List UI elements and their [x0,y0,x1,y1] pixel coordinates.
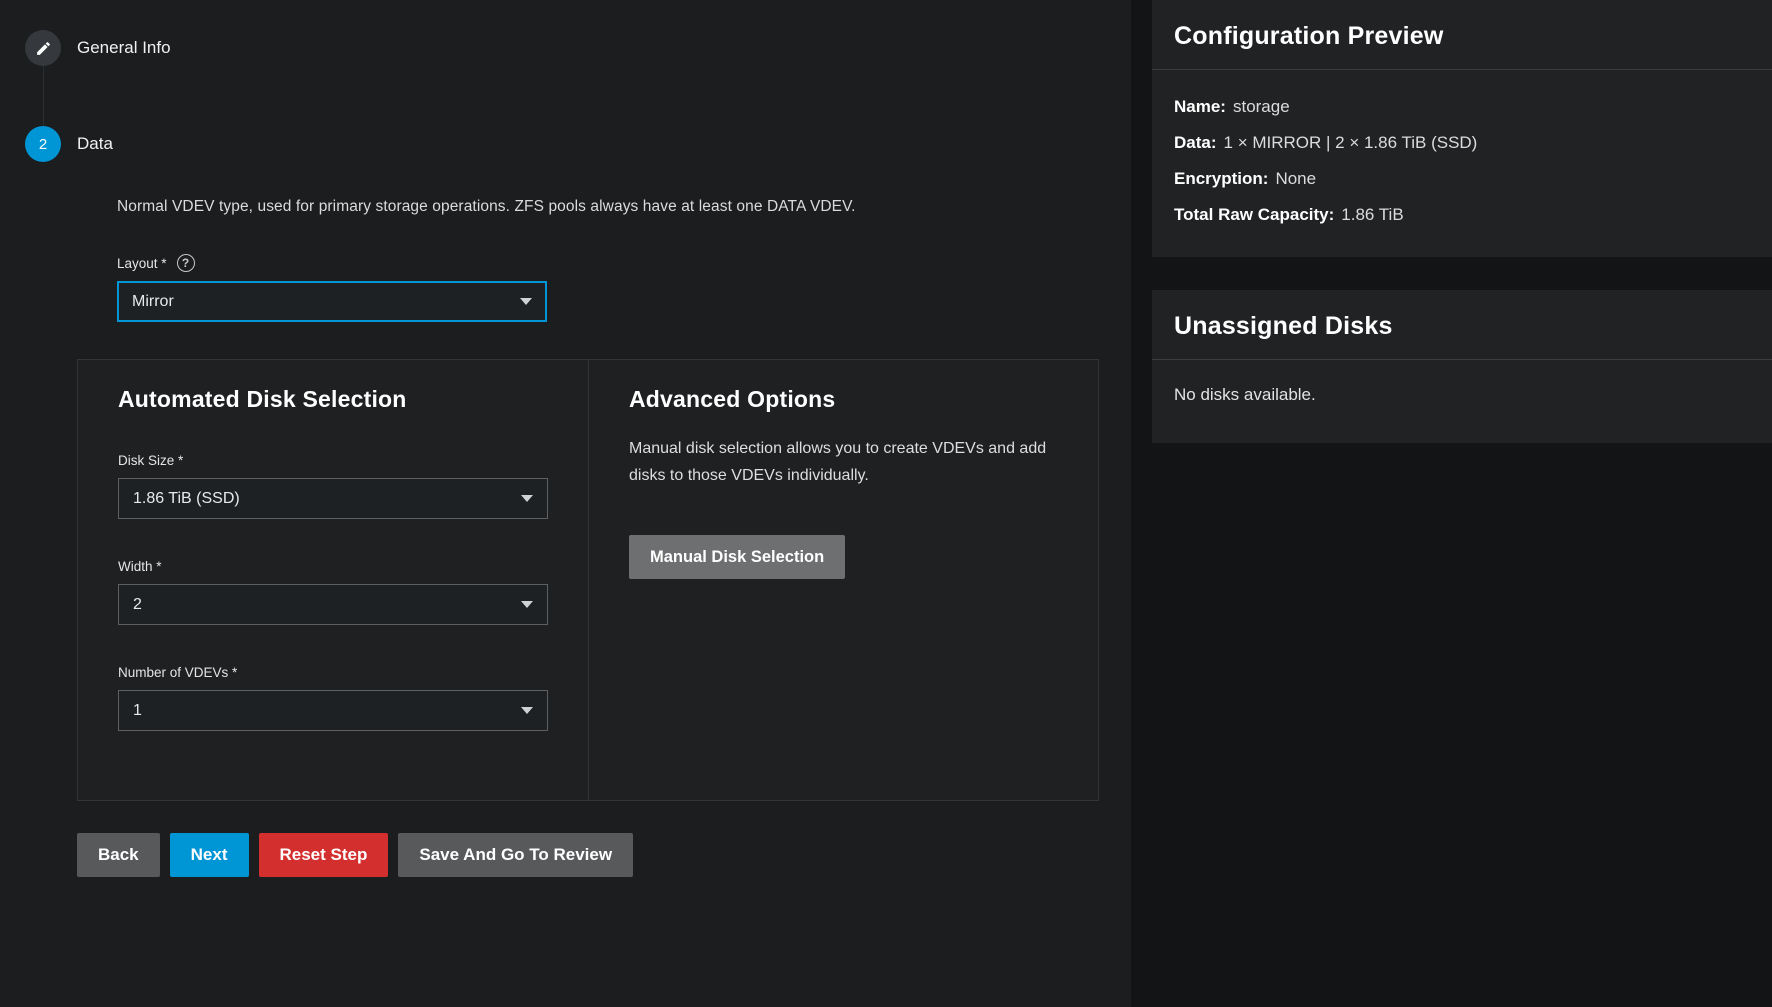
advanced-options-description: Manual disk selection allows you to crea… [629,435,1058,489]
wizard-main: General Info 2 Data Normal VDEV type, us… [0,0,1131,1007]
unassigned-disks-body: No disks available. [1152,360,1772,443]
disk-size-select-value: 1.86 TiB (SSD) [133,490,240,508]
data-step-content: Normal VDEV type, used for primary stora… [117,198,1131,322]
next-button[interactable]: Next [170,833,249,877]
manual-disk-selection-button[interactable]: Manual Disk Selection [629,535,845,579]
preview-row-total-raw-capacity: Total Raw Capacity:1.86 TiB [1174,197,1750,233]
preview-sidebar: Configuration Preview Name:storage Data:… [1131,0,1772,1007]
step-general-info-label: General Info [77,38,171,58]
disk-selection-panel: Automated Disk Selection Disk Size * 1.8… [77,359,1099,801]
number-of-vdevs-select-value: 1 [133,702,142,720]
advanced-options-title: Advanced Options [629,386,1058,413]
layout-select-value: Mirror [132,293,174,311]
preview-row-name: Name:storage [1174,89,1750,125]
pool-creation-wizard: General Info 2 Data Normal VDEV type, us… [0,0,1772,1007]
step-general-info[interactable]: General Info [25,0,1131,66]
automated-disk-selection-title: Automated Disk Selection [118,386,588,413]
width-select-value: 2 [133,596,142,614]
reset-step-button[interactable]: Reset Step [259,833,389,877]
step-number-badge: 2 [25,126,61,162]
help-icon[interactable]: ? [177,254,195,272]
pencil-icon [35,40,52,57]
disk-size-label: Disk Size * [118,453,588,468]
width-select[interactable]: 2 [118,584,548,625]
chevron-down-icon [521,495,533,502]
chevron-down-icon [520,298,532,305]
preview-row-data: Data:1 × MIRROR | 2 × 1.86 TiB (SSD) [1174,125,1750,161]
step-data-label: Data [77,134,113,154]
configuration-preview-title: Configuration Preview [1174,22,1750,51]
chevron-down-icon [521,601,533,608]
no-disks-message: No disks available. [1174,379,1750,419]
automated-disk-selection-section: Automated Disk Selection Disk Size * 1.8… [78,360,588,800]
layout-label: Layout * [117,256,167,271]
step-data[interactable]: 2 Data [25,126,1131,162]
chevron-down-icon [521,707,533,714]
edit-step-circle [25,30,61,66]
stepper-connector [43,66,44,126]
number-of-vdevs-label: Number of VDEVs * [118,665,588,680]
unassigned-disks-card: Unassigned Disks No disks available. [1152,290,1772,443]
disk-size-select[interactable]: 1.86 TiB (SSD) [118,478,548,519]
configuration-preview-body: Name:storage Data:1 × MIRROR | 2 × 1.86 … [1152,70,1772,257]
back-button[interactable]: Back [77,833,160,877]
configuration-preview-card: Configuration Preview Name:storage Data:… [1152,0,1772,257]
unassigned-disks-title: Unassigned Disks [1174,312,1750,341]
advanced-options-section: Advanced Options Manual disk selection a… [589,360,1098,800]
width-label: Width * [118,559,588,574]
data-vdev-description: Normal VDEV type, used for primary stora… [117,198,1131,216]
preview-row-encryption: Encryption:None [1174,161,1750,197]
wizard-actions: Back Next Reset Step Save And Go To Revi… [77,833,1131,877]
number-of-vdevs-select[interactable]: 1 [118,690,548,731]
save-and-go-to-review-button[interactable]: Save And Go To Review [398,833,633,877]
layout-select[interactable]: Mirror [117,281,547,322]
